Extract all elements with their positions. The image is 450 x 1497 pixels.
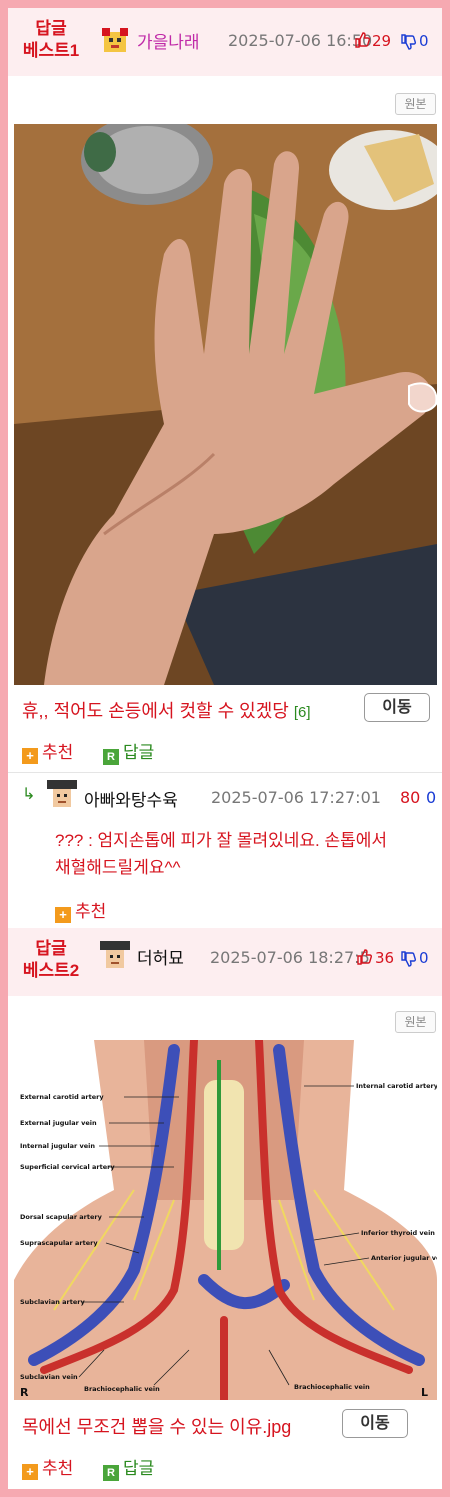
- comment-text: ??? : 엄지손톱에 피가 잘 몰려있네요. 손톱에서 채혈해드릴게요^^: [55, 831, 388, 877]
- thumbs-up-icon[interactable]: [354, 32, 370, 48]
- thumbs-down-icon[interactable]: [400, 951, 416, 967]
- post-date: 2025-07-06 16:50: [228, 31, 373, 50]
- view-original-button[interactable]: 원본: [395, 1011, 436, 1033]
- post-date: 2025-07-06 18:27:5: [210, 948, 370, 967]
- reply-icon: R: [103, 1465, 119, 1481]
- label-suprascapular: Suprascapular artery: [20, 1239, 98, 1247]
- commenter-avatar-icon[interactable]: [47, 780, 77, 810]
- label-external-jugular: External jugular vein: [20, 1119, 97, 1127]
- author-avatar-icon[interactable]: [100, 941, 130, 971]
- label-brachiocephalic-right: Brachiocephalic vein: [294, 1383, 370, 1391]
- label-internal-jugular: Internal jugular vein: [20, 1142, 95, 1150]
- label-subclavian-artery: Subclavian artery: [20, 1298, 85, 1306]
- label-external-carotid: External carotid artery: [20, 1093, 104, 1101]
- move-button[interactable]: 이동: [364, 693, 430, 722]
- downvote-count: 0: [419, 949, 429, 967]
- label-anterior-jugular: Anterior jugular vein: [371, 1254, 437, 1262]
- thumbs-down-icon[interactable]: [400, 34, 416, 50]
- label-inferior-thyroid: Inferior thyroid vein: [361, 1229, 435, 1237]
- move-button[interactable]: 이동: [342, 1409, 408, 1438]
- downvote-count: 0: [419, 32, 429, 50]
- label-brachiocephalic-left: Brachiocephalic vein: [84, 1385, 160, 1393]
- thumbs-up-icon[interactable]: [356, 949, 372, 965]
- view-original-button[interactable]: 원본: [395, 93, 436, 115]
- recommend-button[interactable]: + 추천: [22, 738, 73, 764]
- post-header-best1: 답글 베스트1 가을나래 2025-07-06 16:50 29 0: [8, 8, 442, 76]
- reply-button[interactable]: R 답글: [103, 1454, 154, 1481]
- label-subclavian-vein: Subclavian vein: [20, 1373, 78, 1381]
- comment-recommend-button[interactable]: + 추천: [55, 897, 106, 923]
- label-dorsal-scapular: Dorsal scapular artery: [20, 1213, 103, 1221]
- comment-date: 2025-07-06 17:27:01: [211, 788, 381, 807]
- post-title[interactable]: 휴,, 적어도 손등에서 컷할 수 있겠당 [6]: [22, 697, 311, 723]
- divider: [8, 772, 442, 773]
- comment-count[interactable]: [6]: [294, 704, 311, 721]
- post-image[interactable]: [14, 124, 437, 685]
- upvote-count: 29: [372, 32, 392, 50]
- label-internal-carotid: Internal carotid artery: [356, 1082, 437, 1090]
- plus-icon: +: [55, 907, 71, 923]
- commenter-name[interactable]: 아빠와탕수육: [84, 786, 178, 811]
- post-header-best2: 답글 베스트2 더허묘 2025-07-06 18:27:5 36 0: [8, 928, 442, 996]
- best-badge: 답글 베스트2: [22, 939, 80, 980]
- reply-arrow-icon: ↳: [22, 786, 36, 803]
- author-avatar-icon[interactable]: [100, 26, 130, 56]
- reply-icon: R: [103, 749, 119, 765]
- anatomy-diagram[interactable]: External carotid artery External jugular…: [14, 1040, 437, 1400]
- author-name[interactable]: 가을나래: [137, 28, 200, 53]
- reply-button[interactable]: R 답글: [103, 738, 154, 765]
- best-badge: 답글 베스트1: [22, 19, 80, 60]
- post-title[interactable]: 목에선 무조건 뽑을 수 있는 이유.jpg: [22, 1413, 291, 1439]
- label-superficial-cervical: Superficial cervical artery: [20, 1163, 115, 1171]
- comment-upvote-count: 80: [400, 788, 421, 807]
- label-side-r: R: [20, 1386, 29, 1399]
- comment-downvote-count: 0: [426, 788, 437, 807]
- upvote-count: 36: [375, 949, 395, 967]
- author-name[interactable]: 더허묘: [137, 944, 184, 969]
- recommend-button[interactable]: + 추천: [22, 1454, 73, 1480]
- label-side-l: L: [421, 1386, 428, 1399]
- plus-icon: +: [22, 748, 38, 764]
- plus-icon: +: [22, 1464, 38, 1480]
